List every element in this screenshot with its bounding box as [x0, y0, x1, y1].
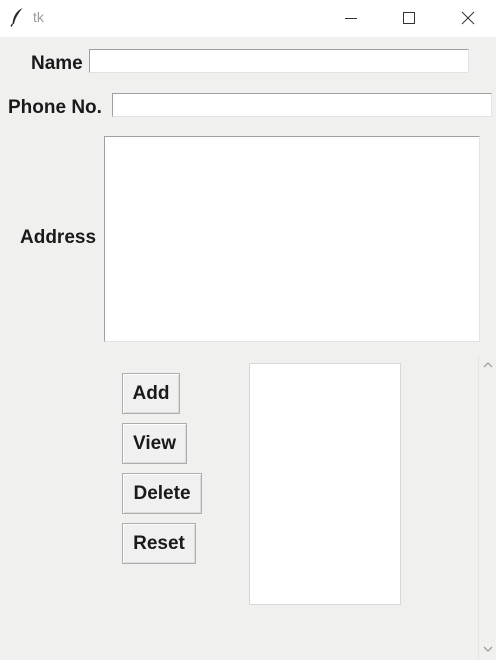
minimize-icon — [345, 18, 357, 19]
view-button[interactable]: View — [122, 423, 187, 464]
delete-button[interactable]: Delete — [122, 473, 202, 514]
close-button[interactable] — [445, 0, 491, 37]
maximize-icon — [403, 12, 415, 24]
minimize-button[interactable] — [328, 0, 374, 37]
address-field[interactable] — [104, 136, 480, 342]
name-label: Name — [31, 53, 83, 74]
vertical-scrollbar[interactable] — [478, 355, 496, 660]
window-title: tk — [33, 9, 44, 25]
close-icon — [461, 11, 475, 25]
records-listbox[interactable] — [249, 363, 401, 605]
main-window-body: Name Phone No. Address Add View Delete R… — [0, 37, 496, 660]
feather-icon — [10, 7, 24, 27]
chevron-up-icon[interactable] — [482, 360, 494, 370]
name-field[interactable] — [89, 49, 469, 73]
address-label: Address — [20, 227, 97, 248]
title-bar[interactable]: tk — [0, 0, 496, 37]
add-button[interactable]: Add — [122, 373, 180, 414]
chevron-down-icon[interactable] — [482, 644, 494, 654]
phone-label: Phone No. — [8, 97, 102, 118]
reset-button[interactable]: Reset — [122, 523, 196, 564]
maximize-button[interactable] — [386, 0, 432, 37]
phone-field[interactable] — [112, 93, 492, 117]
